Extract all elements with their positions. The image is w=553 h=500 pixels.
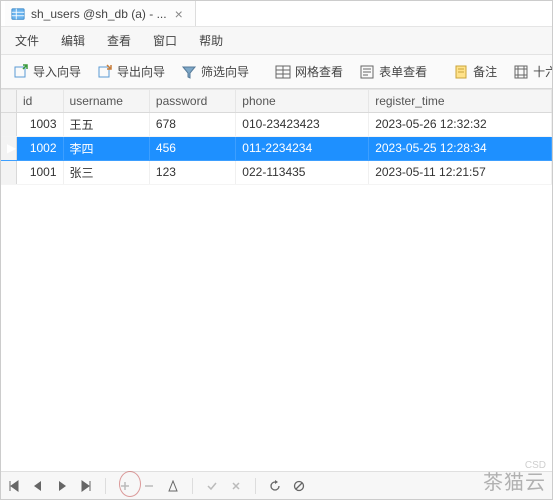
cell-password[interactable]: 678 — [149, 112, 235, 136]
cell-password[interactable]: 456 — [149, 136, 235, 160]
nav-next-button[interactable] — [55, 479, 69, 493]
grid-view-label: 网格查看 — [295, 63, 343, 80]
export-icon — [97, 64, 113, 80]
row-indicator — [1, 160, 17, 184]
nav-add-button[interactable] — [118, 479, 132, 493]
notes-button[interactable]: 备注 — [447, 60, 503, 83]
nav-apply-button[interactable] — [205, 479, 219, 493]
table-row[interactable]: ▶ 1002 李四 456 011-2234234 2023-05-25 12:… — [1, 136, 552, 160]
nav-stop-button[interactable] — [292, 479, 306, 493]
menu-view[interactable]: 查看 — [97, 29, 141, 52]
cell-id[interactable]: 1003 — [17, 112, 64, 136]
menubar: 文件 编辑 查看 窗口 帮助 — [1, 27, 552, 55]
record-navigator — [1, 471, 552, 499]
nav-delete-button[interactable] — [142, 479, 156, 493]
cell-phone[interactable]: 022-113435 — [236, 160, 369, 184]
menu-window[interactable]: 窗口 — [143, 29, 187, 52]
filter-icon — [181, 64, 197, 80]
filter-wizard-button[interactable]: 筛选向导 — [175, 60, 255, 83]
column-phone[interactable]: phone — [236, 90, 369, 112]
nav-separator — [105, 478, 106, 494]
cell-phone[interactable]: 011-2234234 — [236, 136, 369, 160]
import-icon — [13, 64, 29, 80]
filter-wizard-label: 筛选向导 — [201, 63, 249, 80]
menu-edit[interactable]: 编辑 — [51, 29, 95, 52]
nav-separator — [192, 478, 193, 494]
form-icon — [359, 64, 375, 80]
row-indicator — [1, 112, 17, 136]
cell-register-time[interactable]: 2023-05-26 12:32:32 — [369, 112, 552, 136]
table-icon — [11, 7, 25, 21]
row-indicator: ▶ — [1, 136, 17, 160]
tab-title: sh_users @sh_db (a) - ... — [31, 7, 167, 21]
cell-username[interactable]: 张三 — [63, 160, 149, 184]
table-row[interactable]: 1003 王五 678 010-23423423 2023-05-26 12:3… — [1, 112, 552, 136]
note-icon — [453, 64, 469, 80]
data-grid[interactable]: id username password phone register_time… — [1, 89, 552, 499]
cell-id[interactable]: 1002 — [17, 136, 64, 160]
hex-button[interactable]: 十六进制 — [507, 60, 552, 83]
nav-last-button[interactable] — [79, 479, 93, 493]
window-tab[interactable]: sh_users @sh_db (a) - ... × — [5, 1, 196, 26]
nav-refresh-button[interactable] — [268, 479, 282, 493]
import-wizard-button[interactable]: 导入向导 — [7, 60, 87, 83]
table-header-row: id username password phone register_time — [1, 90, 552, 112]
cell-register-time[interactable]: 2023-05-25 12:28:34 — [369, 136, 552, 160]
hex-icon — [513, 64, 529, 80]
grid-icon — [275, 64, 291, 80]
notes-label: 备注 — [473, 63, 497, 80]
nav-cancel-button[interactable] — [229, 479, 243, 493]
row-indicator-header — [1, 90, 17, 112]
nav-prev-button[interactable] — [31, 479, 45, 493]
grid-view-button[interactable]: 网格查看 — [269, 60, 349, 83]
cell-phone[interactable]: 010-23423423 — [236, 112, 369, 136]
column-id[interactable]: id — [17, 90, 64, 112]
import-wizard-label: 导入向导 — [33, 63, 81, 80]
cell-register-time[interactable]: 2023-05-11 12:21:57 — [369, 160, 552, 184]
cell-id[interactable]: 1001 — [17, 160, 64, 184]
cell-username[interactable]: 李四 — [63, 136, 149, 160]
titlebar: sh_users @sh_db (a) - ... × — [1, 1, 552, 27]
nav-separator — [255, 478, 256, 494]
hex-label: 十六进制 — [533, 63, 552, 80]
column-username[interactable]: username — [63, 90, 149, 112]
column-password[interactable]: password — [149, 90, 235, 112]
form-view-label: 表单查看 — [379, 63, 427, 80]
column-register-time[interactable]: register_time — [369, 90, 552, 112]
export-wizard-label: 导出向导 — [117, 63, 165, 80]
cell-username[interactable]: 王五 — [63, 112, 149, 136]
toolbar: 导入向导 导出向导 筛选向导 网格查看 表单查看 — [1, 55, 552, 89]
nav-first-button[interactable] — [7, 479, 21, 493]
table-row[interactable]: 1001 张三 123 022-113435 2023-05-11 12:21:… — [1, 160, 552, 184]
close-tab-button[interactable]: × — [173, 7, 185, 21]
menu-help[interactable]: 帮助 — [189, 29, 233, 52]
export-wizard-button[interactable]: 导出向导 — [91, 60, 171, 83]
cell-password[interactable]: 123 — [149, 160, 235, 184]
nav-edit-button[interactable] — [166, 479, 180, 493]
form-view-button[interactable]: 表单查看 — [353, 60, 433, 83]
menu-file[interactable]: 文件 — [5, 29, 49, 52]
